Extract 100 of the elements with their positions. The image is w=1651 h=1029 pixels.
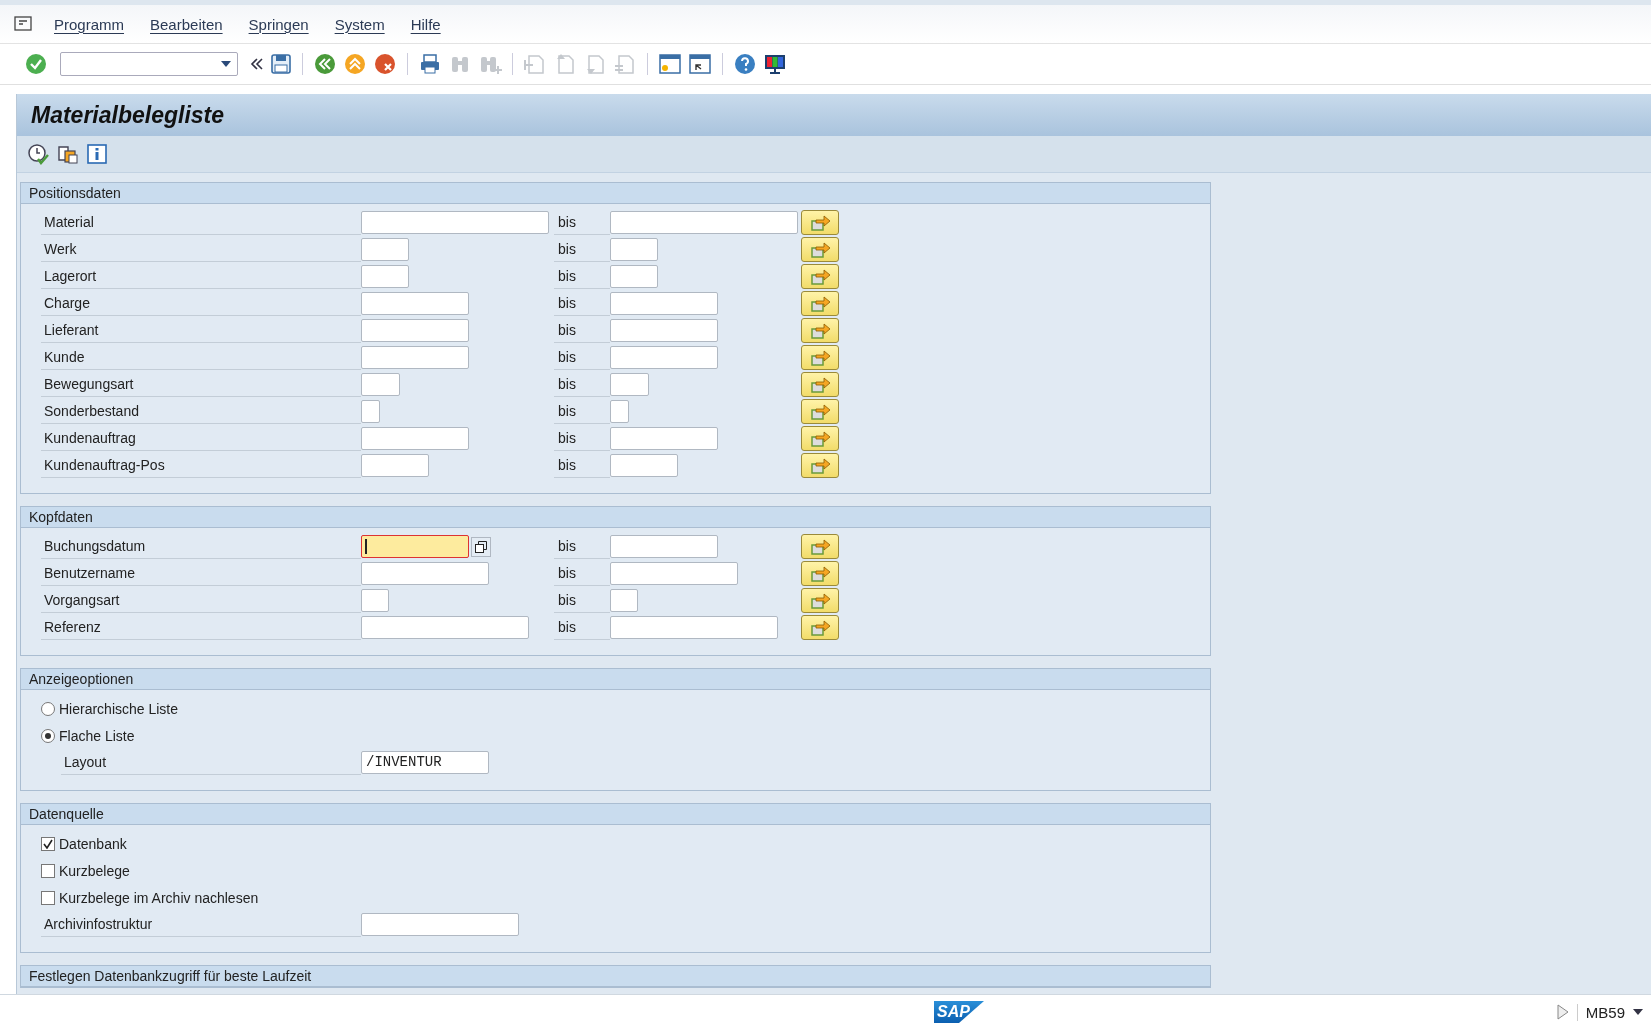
to-input-field[interactable] [610, 319, 718, 342]
play-triangle-icon[interactable] [1556, 1004, 1569, 1020]
shortcut-window-icon[interactable] [688, 52, 712, 76]
multiple-selection-button[interactable] [801, 453, 839, 478]
multiple-selection-icon [810, 240, 830, 259]
multiple-selection-icon [810, 564, 830, 583]
field-label: Vorgangsart [41, 588, 361, 613]
double-chevron-icon[interactable] [250, 57, 264, 71]
menu-item[interactable]: System [334, 15, 385, 33]
field-label: Buchungsdatum [41, 534, 361, 559]
from-input-field[interactable] [361, 616, 529, 639]
option-label: Datenbank [59, 835, 127, 852]
field-label: Referenz [41, 615, 361, 640]
multiple-selection-button[interactable] [801, 426, 839, 451]
to-input-field[interactable] [610, 427, 718, 450]
sap-logo: SAP [934, 1001, 984, 1023]
field-label: Layout [61, 750, 361, 775]
to-input-field[interactable] [610, 400, 629, 423]
copy-icon[interactable] [57, 143, 79, 165]
to-input-field[interactable] [610, 454, 678, 477]
help-icon[interactable] [733, 52, 757, 76]
multiple-selection-icon [810, 321, 830, 340]
clock-check-icon[interactable] [27, 143, 49, 165]
to-input-field[interactable] [610, 562, 738, 585]
input-field[interactable]: /INVENTUR [361, 751, 489, 774]
check-icon[interactable] [24, 52, 48, 76]
to-input-field[interactable] [610, 238, 658, 261]
field-label: Benutzername [41, 561, 361, 586]
first-page-icon[interactable] [523, 52, 547, 76]
menu-item[interactable]: Hilfe [410, 15, 441, 33]
multiple-selection-icon [810, 456, 830, 475]
checkbox[interactable] [41, 863, 55, 878]
multiple-selection-icon [810, 402, 830, 421]
option-label: Hierarchische Liste [59, 700, 179, 717]
from-input-field[interactable] [361, 211, 549, 234]
to-input-field[interactable] [610, 535, 718, 558]
multiple-selection-button[interactable] [801, 318, 839, 343]
multiple-selection-button[interactable] [801, 210, 839, 235]
multiple-selection-icon [810, 267, 830, 286]
group-title: Kopfdaten [21, 507, 1210, 528]
to-input-field[interactable] [610, 346, 718, 369]
checkbox[interactable] [41, 836, 55, 851]
group-title: Datenquelle [21, 804, 1210, 825]
menu-item[interactable]: Programm [54, 15, 124, 33]
checkbox[interactable] [41, 890, 55, 905]
multiple-selection-button[interactable] [801, 534, 839, 559]
to-input-field[interactable] [610, 373, 649, 396]
from-input-field[interactable] [361, 562, 489, 585]
multiple-selection-button[interactable] [801, 588, 839, 613]
option-label: Flache Liste [59, 727, 135, 744]
menu-icon[interactable] [14, 16, 34, 32]
cancel-icon[interactable] [373, 52, 397, 76]
multiple-selection-button[interactable] [801, 561, 839, 586]
multiple-selection-button[interactable] [801, 291, 839, 316]
dropdown-caret-icon[interactable] [1633, 1009, 1643, 1015]
multiple-selection-button[interactable] [801, 372, 839, 397]
from-input-field[interactable] [361, 292, 469, 315]
from-input-field[interactable] [361, 454, 429, 477]
last-page-icon[interactable] [613, 52, 637, 76]
from-input-field[interactable] [361, 238, 409, 261]
info-icon[interactable] [87, 144, 107, 164]
save-icon[interactable] [270, 53, 292, 75]
to-input-field[interactable] [610, 589, 638, 612]
command-field[interactable] [60, 52, 238, 76]
from-input-field[interactable] [361, 265, 409, 288]
multiple-selection-button[interactable] [801, 264, 839, 289]
group-title: Anzeigeoptionen [21, 669, 1210, 690]
new-window-icon[interactable] [658, 52, 682, 76]
monitor-icon[interactable] [763, 52, 787, 76]
to-input-field[interactable] [610, 292, 718, 315]
exit-icon[interactable] [343, 52, 367, 76]
multiple-selection-icon [810, 429, 830, 448]
option-label: Kurzbelege [59, 862, 130, 879]
menu-item[interactable]: Springen [248, 15, 309, 33]
menu-item[interactable]: Bearbeiten [150, 15, 223, 33]
multiple-selection-button[interactable] [801, 399, 839, 424]
to-input-field[interactable] [610, 211, 798, 234]
multiple-selection-button[interactable] [801, 615, 839, 640]
group-title: Festlegen Datenbankzugriff für beste Laufzeit [21, 966, 1210, 987]
to-input-field[interactable] [610, 616, 778, 639]
input-field[interactable] [361, 913, 519, 936]
value-help-button[interactable] [471, 536, 491, 557]
multiple-selection-icon [810, 537, 830, 556]
from-input-field[interactable] [361, 535, 469, 558]
checkmark-icon [43, 838, 53, 849]
multiple-selection-icon [810, 375, 830, 394]
from-input-field[interactable] [361, 589, 389, 612]
radio-button[interactable] [41, 728, 55, 743]
from-input-field[interactable] [361, 400, 380, 423]
field-label: Bewegungsart [41, 372, 361, 397]
back-icon[interactable] [313, 52, 337, 76]
to-input-field[interactable] [610, 265, 658, 288]
from-input-field[interactable] [361, 427, 469, 450]
multiple-selection-button[interactable] [801, 237, 839, 262]
multiple-selection-button[interactable] [801, 345, 839, 370]
radio-button[interactable] [41, 701, 55, 716]
from-input-field[interactable] [361, 319, 469, 342]
from-input-field[interactable] [361, 346, 469, 369]
print-icon[interactable] [418, 52, 442, 76]
from-input-field[interactable] [361, 373, 400, 396]
